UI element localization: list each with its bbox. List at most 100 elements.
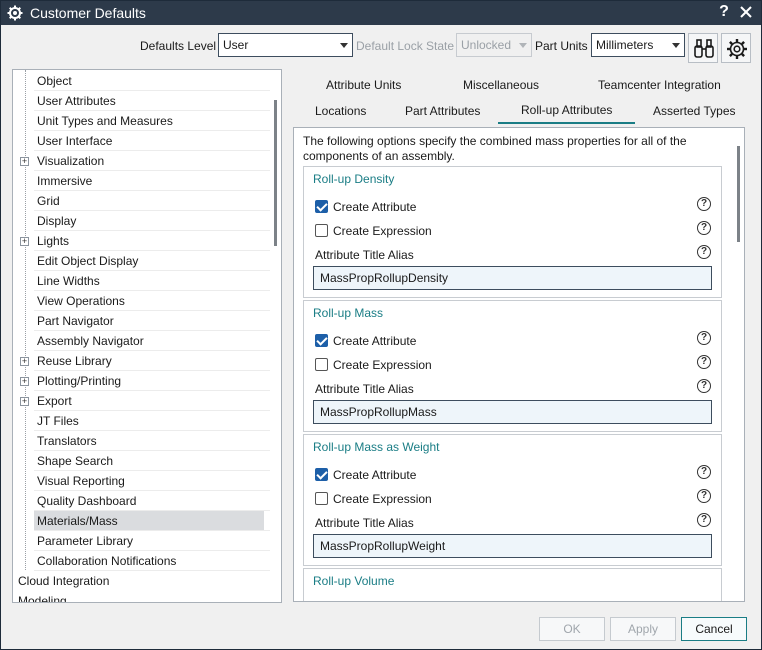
help-button[interactable]: ? bbox=[717, 3, 731, 21]
window-title: Customer Defaults bbox=[30, 5, 146, 21]
tree-item-label: User Interface bbox=[37, 134, 113, 148]
defaults-level-value: User bbox=[223, 38, 249, 52]
part-units-select[interactable]: Millimeters bbox=[591, 33, 685, 57]
find-button[interactable] bbox=[688, 33, 718, 63]
help-icon[interactable]: ? bbox=[697, 489, 711, 503]
help-icon[interactable]: ? bbox=[697, 379, 711, 393]
help-icon[interactable]: ? bbox=[697, 245, 711, 259]
tree-item-label: Parameter Library bbox=[37, 534, 134, 548]
tab-attribute-units[interactable]: Attribute Units bbox=[326, 78, 401, 92]
chevron-down-icon bbox=[340, 43, 348, 48]
category-tree: Object User Attributes Unit Types and Meas… bbox=[12, 69, 282, 603]
attribute-title-alias-field[interactable] bbox=[313, 534, 712, 558]
tab-roll-up-attributes[interactable]: Roll-up Attributes bbox=[521, 103, 612, 117]
tree-item-label: Export bbox=[37, 394, 72, 408]
tree-item[interactable]: Visual Reporting bbox=[13, 471, 271, 491]
part-units-value: Millimeters bbox=[596, 38, 654, 52]
tree-item[interactable]: Translators bbox=[13, 431, 271, 451]
tree-root-item[interactable]: Modeling bbox=[13, 591, 271, 603]
ok-button[interactable]: OK bbox=[539, 617, 605, 641]
tree-item[interactable]: Collaboration Notifications bbox=[13, 551, 271, 571]
tree-item[interactable]: Display bbox=[13, 211, 271, 231]
tree-item[interactable]: + Plotting/Printing bbox=[13, 371, 271, 391]
panel-scrollbar[interactable] bbox=[735, 128, 744, 601]
tree-root-item[interactable]: Cloud Integration bbox=[13, 571, 271, 591]
settings-button[interactable] bbox=[721, 33, 751, 63]
tree-item[interactable]: Parameter Library bbox=[13, 531, 271, 551]
tree-item[interactable]: Part Navigator bbox=[13, 311, 271, 331]
expand-icon[interactable]: + bbox=[20, 377, 29, 386]
group-roll-up-mass: Roll-up Mass Create Attribute ? Create E… bbox=[303, 300, 722, 432]
create-expression-checkbox[interactable] bbox=[315, 358, 328, 371]
attribute-title-alias-field[interactable] bbox=[313, 400, 712, 424]
create-attribute-checkbox[interactable] bbox=[315, 200, 328, 213]
close-icon[interactable] bbox=[739, 5, 753, 19]
tab-asserted-types[interactable]: Asserted Types bbox=[653, 104, 736, 118]
help-icon[interactable]: ? bbox=[697, 465, 711, 479]
tree-item-label: Quality Dashboard bbox=[37, 494, 137, 508]
chevron-down-icon bbox=[519, 43, 527, 48]
tree-item[interactable]: Quality Dashboard bbox=[13, 491, 271, 511]
tab-locations[interactable]: Locations bbox=[315, 104, 366, 118]
help-icon[interactable]: ? bbox=[697, 513, 711, 527]
tree-item[interactable]: + Export bbox=[13, 391, 271, 411]
attribute-title-alias-input[interactable] bbox=[314, 401, 711, 423]
tree-item-label: JT Files bbox=[37, 414, 79, 428]
create-expression-label: Create Expression bbox=[333, 492, 432, 506]
create-expression-checkbox[interactable] bbox=[315, 492, 328, 505]
tree-item-label: Modeling bbox=[18, 594, 67, 603]
tree-item[interactable]: User Interface bbox=[13, 131, 271, 151]
tree-item-label: Assembly Navigator bbox=[37, 334, 144, 348]
expand-icon[interactable]: + bbox=[20, 397, 29, 406]
expand-icon[interactable]: + bbox=[20, 357, 29, 366]
help-icon[interactable]: ? bbox=[697, 197, 711, 211]
attribute-title-alias-label: Attribute Title Alias bbox=[315, 382, 414, 396]
cancel-button[interactable]: Cancel bbox=[681, 617, 747, 641]
tree-item-label: Shape Search bbox=[37, 454, 114, 468]
help-icon[interactable]: ? bbox=[697, 221, 711, 235]
lock-state-label: Default Lock State bbox=[356, 39, 455, 53]
tree-item[interactable]: Line Widths bbox=[13, 271, 271, 291]
create-attribute-checkbox[interactable] bbox=[315, 468, 328, 481]
tab-miscellaneous[interactable]: Miscellaneous bbox=[463, 78, 539, 92]
tree-item[interactable]: Grid bbox=[13, 191, 271, 211]
expand-icon[interactable]: + bbox=[20, 237, 29, 246]
tree-item[interactable]: Shape Search bbox=[13, 451, 271, 471]
gear-icon bbox=[727, 39, 747, 59]
group-roll-up-density: Roll-up Density Create Attribute ? Creat… bbox=[303, 166, 722, 298]
tree-item[interactable]: + Visualization bbox=[13, 151, 271, 171]
tree-item[interactable]: Immersive bbox=[13, 171, 271, 191]
tree-item[interactable]: Object bbox=[13, 71, 271, 91]
tree-item[interactable]: + Reuse Library bbox=[13, 351, 271, 371]
tree-item[interactable]: Materials/Mass bbox=[13, 511, 271, 531]
title-bar: Customer Defaults ? bbox=[1, 1, 761, 25]
tree-item-label: Line Widths bbox=[37, 274, 100, 288]
tab-part-attributes[interactable]: Part Attributes bbox=[405, 104, 480, 118]
defaults-level-select[interactable]: User bbox=[218, 33, 353, 57]
tree-item[interactable]: JT Files bbox=[13, 411, 271, 431]
tree-item[interactable]: Edit Object Display bbox=[13, 251, 271, 271]
tree-item[interactable]: User Attributes bbox=[13, 91, 271, 111]
expand-icon[interactable]: + bbox=[20, 157, 29, 166]
tab-teamcenter-integration[interactable]: Teamcenter Integration bbox=[598, 78, 721, 92]
attribute-title-alias-field[interactable] bbox=[313, 266, 712, 290]
apply-button[interactable]: Apply bbox=[610, 617, 676, 641]
tree-item[interactable]: Assembly Navigator bbox=[13, 331, 271, 351]
help-icon[interactable]: ? bbox=[697, 331, 711, 345]
create-expression-checkbox[interactable] bbox=[315, 224, 328, 237]
chevron-down-icon bbox=[672, 43, 680, 48]
tree-item[interactable]: + Lights bbox=[13, 231, 271, 251]
group-title: Roll-up Density bbox=[313, 172, 395, 186]
tree-item[interactable]: Unit Types and Measures bbox=[13, 111, 271, 131]
tree-scrollbar-thumb[interactable] bbox=[274, 100, 277, 246]
tree-item[interactable]: View Operations bbox=[13, 291, 271, 311]
tree-scrollbar[interactable] bbox=[272, 70, 281, 602]
panel-scrollbar-thumb[interactable] bbox=[737, 146, 740, 242]
attribute-title-alias-input[interactable] bbox=[314, 535, 711, 557]
help-icon[interactable]: ? bbox=[697, 355, 711, 369]
panel-description: The following options specify the combin… bbox=[303, 134, 687, 163]
create-expression-label: Create Expression bbox=[333, 358, 432, 372]
lock-state-select[interactable]: Unlocked bbox=[456, 33, 532, 57]
attribute-title-alias-input[interactable] bbox=[314, 267, 711, 289]
create-attribute-checkbox[interactable] bbox=[315, 334, 328, 347]
